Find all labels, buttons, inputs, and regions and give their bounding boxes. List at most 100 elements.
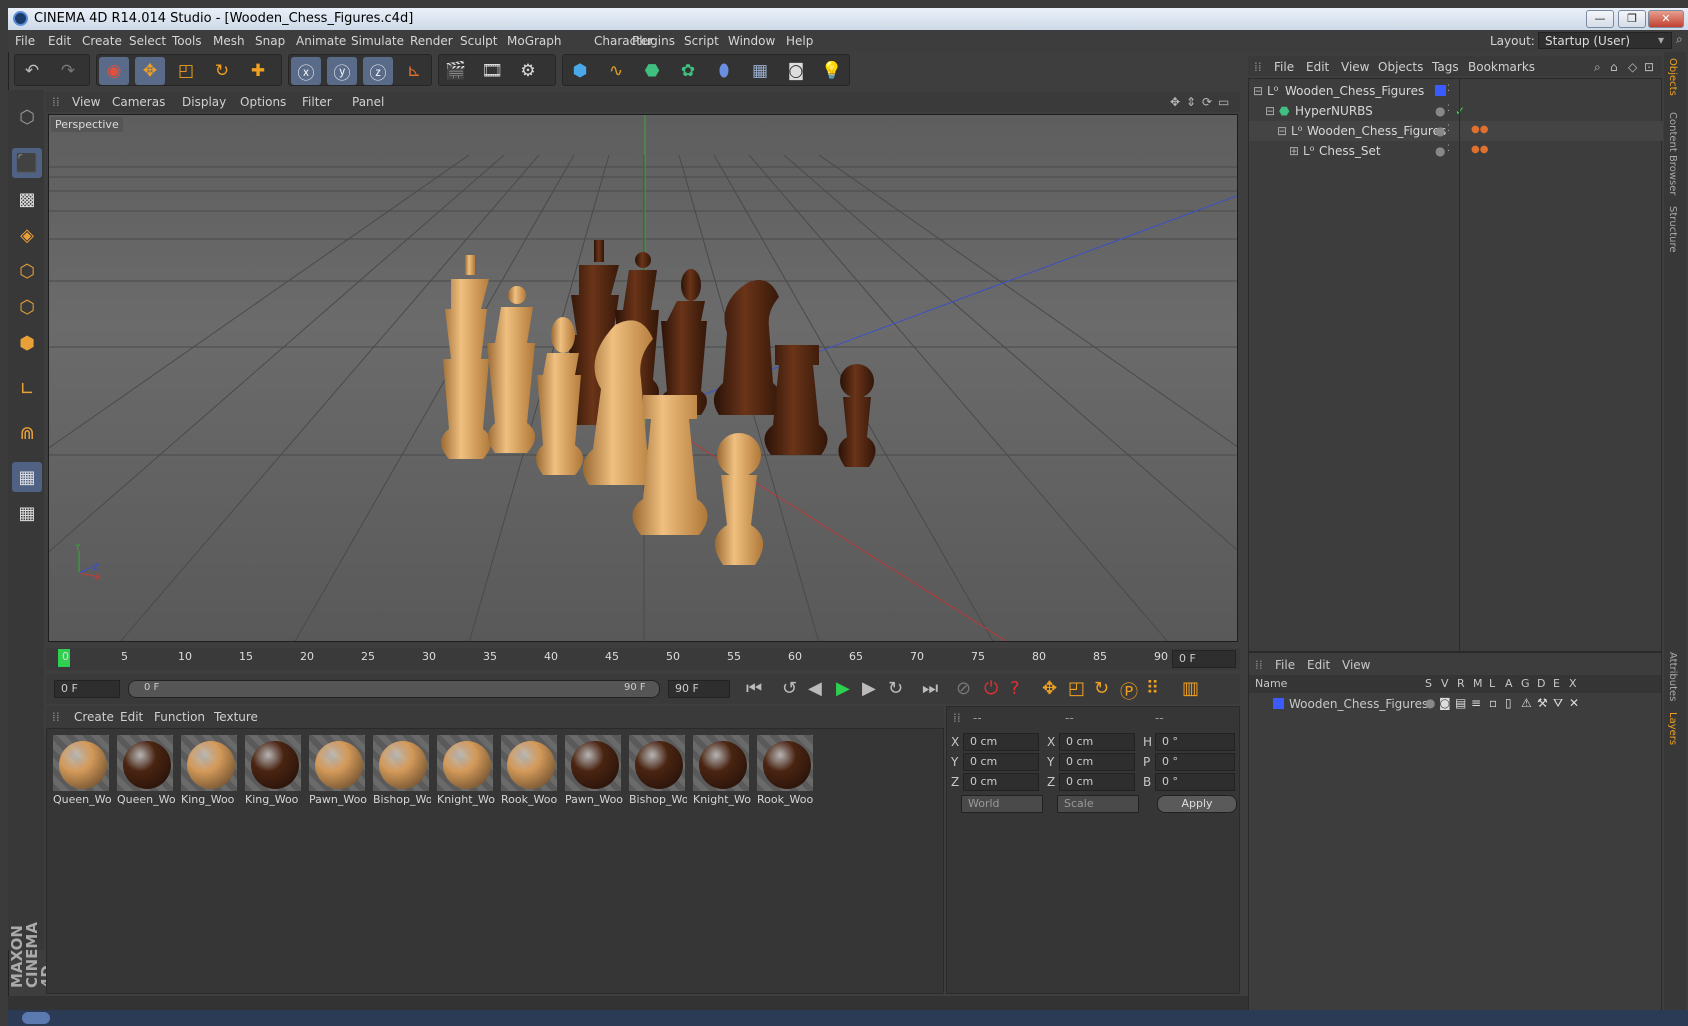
material-swatch[interactable]: Bishop_Wo xyxy=(627,733,687,809)
cube-icon[interactable]: ⬢ xyxy=(565,57,595,85)
viewport-zoom-icon[interactable]: ⇕ xyxy=(1186,95,1196,109)
expressions-toggle-icon[interactable]: ⛛ xyxy=(1553,696,1563,711)
layer-column-visible[interactable]: V xyxy=(1441,677,1449,690)
tab-objects[interactable]: Objects xyxy=(1667,58,1678,96)
visibility-dots[interactable]: ⁚ xyxy=(1447,104,1450,114)
points-mode-icon[interactable]: ⬡ xyxy=(12,256,42,286)
xref-toggle-icon[interactable]: ✕ xyxy=(1569,696,1579,710)
camera-icon[interactable]: ◙ xyxy=(781,57,811,85)
current-frame-field[interactable]: 0 F xyxy=(1172,650,1236,668)
x-axis-lock-icon[interactable]: ⓧ xyxy=(291,57,321,85)
position-y-field[interactable]: 0 cm xyxy=(963,753,1039,771)
frame-range-slider[interactable] xyxy=(128,680,660,698)
phong-tag-icon[interactable]: ●● xyxy=(1471,144,1488,155)
layer-column-solo[interactable]: S xyxy=(1425,677,1432,690)
deformer-icon[interactable]: ⬮ xyxy=(709,57,739,85)
viewport-menu-view[interactable]: View xyxy=(72,95,100,109)
viewport-maximize-icon[interactable]: ▭ xyxy=(1218,95,1229,109)
array-icon[interactable]: ✿ xyxy=(673,57,703,85)
manager-toggle-icon[interactable]: ≡ xyxy=(1471,696,1481,710)
floor-icon[interactable]: ▦ xyxy=(745,57,775,85)
menu-render[interactable]: Render xyxy=(410,34,453,48)
layer-column-name[interactable]: Name xyxy=(1255,677,1287,690)
apply-button[interactable]: Apply xyxy=(1157,795,1237,813)
visibility-dots[interactable]: ⁚ xyxy=(1447,84,1450,94)
key-parameter-icon[interactable]: Ⓟ xyxy=(1120,678,1138,704)
coordinate-space-select[interactable]: World xyxy=(961,795,1043,813)
visible-toggle-icon[interactable]: ◙ xyxy=(1439,696,1451,710)
polygons-mode-icon[interactable]: ⬢ xyxy=(12,328,42,358)
viewport-menu-panel[interactable]: Panel xyxy=(352,95,384,109)
tab-attributes[interactable]: Attributes xyxy=(1667,652,1678,701)
position-x-field[interactable]: 0 cm xyxy=(963,733,1039,751)
visibility-dot[interactable]: ● xyxy=(1435,144,1445,158)
material-swatch[interactable]: King_Woo xyxy=(179,733,239,809)
go-to-start-icon[interactable]: ⏮ xyxy=(746,678,762,699)
viewport-menu-options[interactable]: Options xyxy=(240,95,286,109)
viewport-menu-cameras[interactable]: Cameras xyxy=(112,95,165,109)
rotation-b-field[interactable]: 0 ° xyxy=(1155,773,1235,791)
layer-column-generators[interactable]: G xyxy=(1521,677,1530,690)
visibility-dots[interactable]: ⁚ xyxy=(1447,144,1450,154)
start-frame-field[interactable]: 0 F xyxy=(54,680,120,698)
viewport-menu-display[interactable]: Display xyxy=(182,95,226,109)
layer-column-xref[interactable]: X xyxy=(1569,677,1577,690)
material-menu-texture[interactable]: Texture xyxy=(214,710,258,724)
render-picture-viewer-icon[interactable]: 🎞 xyxy=(477,57,507,85)
material-menu-edit[interactable]: Edit xyxy=(120,710,143,724)
material-swatch[interactable]: King_Woo xyxy=(243,733,303,809)
layers-menu-view[interactable]: View xyxy=(1342,658,1370,672)
start-button[interactable] xyxy=(22,1012,50,1024)
close-button[interactable]: ✕ xyxy=(1648,10,1684,28)
live-selection-icon[interactable]: ◉ xyxy=(99,57,129,85)
objects-menu-file[interactable]: File xyxy=(1274,60,1294,74)
material-swatch[interactable]: Queen_Wo xyxy=(51,733,111,809)
workplane-grid-icon[interactable]: ▦ xyxy=(12,498,42,528)
make-editable-icon[interactable]: ⬡ xyxy=(12,102,42,132)
tree-item[interactable]: ⊟ L⁰ Wooden_Chess_Figures ⁚ xyxy=(1249,81,1663,101)
render-view-icon[interactable]: 🎬 xyxy=(441,57,471,85)
objects-menu-bookmarks[interactable]: Bookmarks xyxy=(1468,60,1535,74)
scale-icon[interactable]: ◰ xyxy=(171,57,201,85)
redo-icon[interactable]: ↷ xyxy=(53,57,83,85)
menu-mograph[interactable]: MoGraph xyxy=(507,34,562,48)
material-swatch[interactable]: Rook_Woo xyxy=(755,733,815,809)
edges-mode-icon[interactable]: ⬡ xyxy=(12,292,42,322)
collapse-icon[interactable]: ⊟ xyxy=(1277,124,1287,138)
keyframe-selection-icon[interactable]: ? xyxy=(1010,678,1020,699)
tab-structure[interactable]: Structure xyxy=(1667,206,1678,253)
new-window-icon[interactable]: ⊡ xyxy=(1644,60,1654,74)
layer-column-animation[interactable]: A xyxy=(1505,677,1513,690)
play-icon[interactable]: ▶ xyxy=(836,678,850,699)
visibility-dot[interactable]: ● xyxy=(1435,124,1445,138)
key-pla-icon[interactable]: ⠿ xyxy=(1146,678,1159,699)
layer-column-manager[interactable]: M xyxy=(1473,677,1483,690)
scale-mode-select[interactable]: Scale xyxy=(1057,795,1139,813)
menu-animate[interactable]: Animate xyxy=(296,34,346,48)
layout-select[interactable]: Startup (User) xyxy=(1538,32,1672,49)
animation-toggle-icon[interactable]: ▯ xyxy=(1505,696,1512,710)
coordinate-system-icon[interactable]: ⊾ xyxy=(399,57,429,85)
layer-color-swatch[interactable] xyxy=(1273,698,1284,709)
move-icon[interactable]: ✥ xyxy=(135,57,165,85)
axis-mode-icon[interactable]: ∟ xyxy=(12,374,42,404)
render-toggle-icon[interactable]: ▤ xyxy=(1455,696,1466,710)
home-icon[interactable]: ⌂ xyxy=(1610,60,1618,74)
snap-icon[interactable]: ⋒ xyxy=(12,418,42,448)
visibility-dots[interactable]: ⁚ xyxy=(1447,124,1450,134)
next-key-icon[interactable]: ↻ xyxy=(888,678,903,699)
record-keys-icon[interactable]: ⊘ xyxy=(956,678,971,699)
model-mode-icon[interactable]: ⬛ xyxy=(12,148,42,178)
menu-snap[interactable]: Snap xyxy=(255,34,285,48)
phong-tag-icon[interactable]: ●● xyxy=(1471,124,1488,135)
material-swatch[interactable]: Queen_Wo xyxy=(115,733,175,809)
layer-column-expressions[interactable]: E xyxy=(1553,677,1560,690)
menu-simulate[interactable]: Simulate xyxy=(351,34,404,48)
menu-tools[interactable]: Tools xyxy=(172,34,202,48)
menu-file[interactable]: File xyxy=(15,34,35,48)
material-swatch[interactable]: Knight_Wo xyxy=(691,733,751,809)
generators-toggle-icon[interactable]: ⚠ xyxy=(1521,696,1532,710)
menu-select[interactable]: Select xyxy=(129,34,166,48)
layer-column-locked[interactable]: L xyxy=(1489,677,1495,690)
undo-icon[interactable]: ↶ xyxy=(17,57,47,85)
